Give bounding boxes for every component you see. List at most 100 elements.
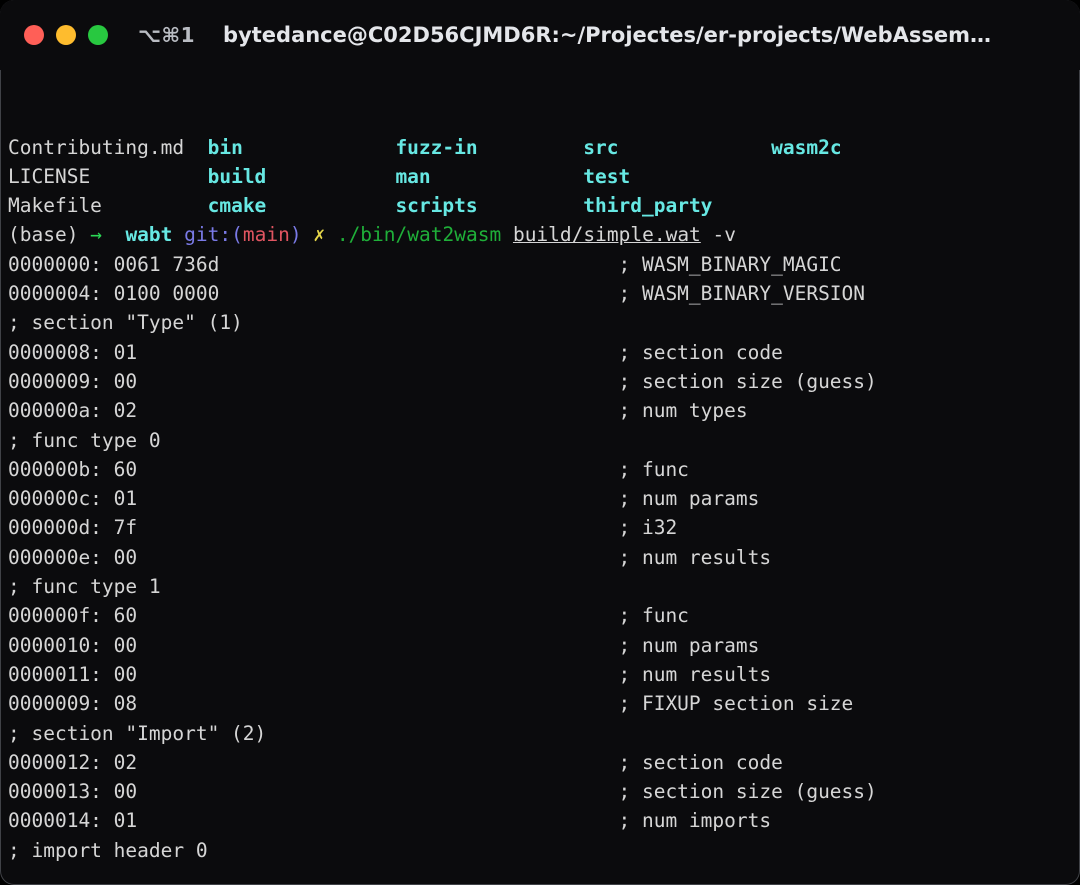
output-line: 0000013: 00 ; section size (guess) [8, 777, 1080, 806]
output-address: 000000e: 00 [8, 545, 619, 569]
output-comment: ; section size (guess) [618, 369, 877, 393]
output-address: 0000008: 01 [8, 340, 619, 364]
window-title: bytedance@C02D56CJMD6R:~/Projectes/er-pr… [223, 23, 991, 47]
output-line: 0000010: 00 ; num params [8, 631, 1080, 660]
output-comment: ; FIXUP section size [618, 692, 854, 716]
ls-file: LICENSE [8, 164, 208, 188]
output-line: 0000011: 00 ; num results [8, 660, 1080, 689]
output-line: 000000a: 02 ; num types [8, 396, 1080, 425]
prompt-cwd: wabt [125, 223, 173, 247]
output-comment: ; func [618, 457, 689, 481]
output-address: ; section "Import" (2) [8, 721, 267, 745]
output-address: 0000000: 0061 736d [8, 252, 619, 276]
prompt-line: (base) → wabt git:(main) ✗ ./bin/wat2was… [8, 220, 1080, 249]
titlebar[interactable]: ⌥⌘1 bytedance@C02D56CJMD6R:~/Projectes/e… [0, 0, 1080, 70]
git-dirty-icon: ✗ [313, 223, 326, 247]
output-line: ; section "Import" (2) [8, 719, 1080, 748]
output-address: 0000009: 00 [8, 369, 619, 393]
command-arg-file: build/simple.wat [512, 223, 701, 247]
output-comment: ; i32 [618, 516, 678, 540]
output-address: 0000011: 00 [8, 662, 619, 686]
git-suffix: ) [289, 223, 302, 247]
terminal-body[interactable]: Contributing.md bin fuzz-in src wasm2c LI… [0, 70, 1080, 885]
output-line: 0000008: 01 ; section code [8, 338, 1080, 367]
output-line: 000000e: 00 ; num results [8, 543, 1080, 572]
output-address: ; import header 0 [8, 838, 208, 862]
output-line: 000000c: 01 ; num params [8, 484, 1080, 513]
output-address: 0000009: 08 [8, 692, 619, 716]
command-name: ./bin/wat2wasm [336, 223, 502, 247]
output-line: 0000009: 08 ; FIXUP section size [8, 689, 1080, 718]
output-comment: ; section code [618, 750, 783, 774]
ls-directory: test [583, 164, 631, 188]
ls-directory: man [395, 164, 584, 188]
git-branch: main [242, 223, 290, 247]
output-comment: ; num results [618, 662, 772, 686]
output-address: 0000013: 00 [8, 780, 619, 804]
keyboard-shortcut-hint: ⌥⌘1 [138, 23, 196, 47]
output-address: 0000012: 02 [8, 750, 619, 774]
output-line: 0000000: 0061 736d ; WASM_BINARY_MAGIC [8, 250, 1080, 279]
output-comment: ; section size (guess) [618, 780, 877, 804]
git-prefix: git:( [184, 223, 243, 247]
prompt-arrow-icon: → [90, 223, 102, 247]
ls-directory: bin [207, 135, 396, 159]
output-address: ; section "Type" (1) [8, 311, 243, 335]
output-line: 000000b: 60 ; func [8, 455, 1080, 484]
ls-output-row: Contributing.md bin fuzz-in src wasm2c [8, 133, 1080, 162]
conda-env-label: (base) [8, 223, 79, 247]
output-address: 000000a: 02 [8, 399, 619, 423]
maximize-button[interactable] [88, 25, 108, 45]
command-arg-flag: -v [712, 223, 737, 247]
ls-file: Makefile [8, 194, 208, 218]
ls-directory: src [583, 135, 772, 159]
output-comment: ; num params [618, 487, 760, 511]
output-comment: ; num imports [618, 809, 772, 833]
output-comment: ; WASM_BINARY_MAGIC [618, 252, 842, 276]
output-address: 0000004: 0100 0000 [8, 282, 619, 306]
output-address: 0000014: 01 [8, 809, 619, 833]
output-line: ; import header 0 [8, 836, 1080, 865]
ls-directory: fuzz-in [395, 135, 584, 159]
output-address: 0000010: 00 [8, 633, 619, 657]
ls-directory: third_party [583, 194, 713, 218]
output-comment: ; section code [618, 340, 783, 364]
output-line: 0000009: 00 ; section size (guess) [8, 367, 1080, 396]
ls-directory: cmake [207, 194, 396, 218]
ls-output-row: Makefile cmake scripts third_party [8, 191, 1080, 220]
output-address: 000000d: 7f [8, 516, 619, 540]
output-comment: ; func [618, 604, 689, 628]
terminal-window[interactable]: ⌥⌘1 bytedance@C02D56CJMD6R:~/Projectes/e… [0, 0, 1080, 885]
minimize-button[interactable] [56, 25, 76, 45]
output-line: ; func type 1 [8, 572, 1080, 601]
output-address: ; func type 0 [8, 428, 161, 452]
output-line: 0000012: 02 ; section code [8, 748, 1080, 777]
ls-file: Contributing.md [8, 135, 208, 159]
output-comment: ; num types [618, 399, 748, 423]
ls-directory: wasm2c [771, 135, 842, 159]
output-address: ; func type 1 [8, 575, 161, 599]
output-line: 000000d: 7f ; i32 [8, 513, 1080, 542]
close-button[interactable] [24, 25, 44, 45]
output-comment: ; num results [618, 545, 772, 569]
output-address: 000000f: 60 [8, 604, 619, 628]
output-line: 000000f: 60 ; func [8, 601, 1080, 630]
output-line: ; section "Type" (1) [8, 308, 1080, 337]
output-address: 000000b: 60 [8, 457, 619, 481]
traffic-lights [24, 25, 108, 45]
output-line: ; func type 0 [8, 426, 1080, 455]
ls-directory: scripts [395, 194, 584, 218]
output-comment: ; num params [618, 633, 760, 657]
output-comment: ; WASM_BINARY_VERSION [618, 282, 866, 306]
output-line: 0000014: 01 ; num imports [8, 806, 1080, 835]
ls-directory: build [207, 164, 396, 188]
ls-output-row: LICENSE build man test [8, 162, 1080, 191]
output-address: 000000c: 01 [8, 487, 619, 511]
